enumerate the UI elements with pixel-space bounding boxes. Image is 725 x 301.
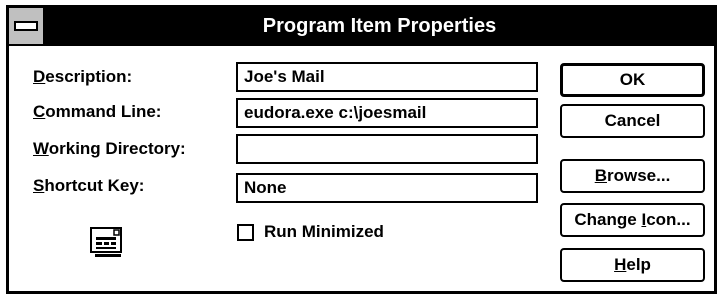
system-menu-icon[interactable] bbox=[9, 8, 45, 44]
description-label: Description: bbox=[33, 67, 133, 86]
program-icon[interactable] bbox=[87, 222, 129, 260]
cancel-button[interactable]: Cancel bbox=[560, 104, 705, 138]
working-directory-label: Working Directory: bbox=[33, 139, 186, 158]
shortcut-key-field[interactable]: None bbox=[236, 173, 538, 203]
description-field[interactable]: Joe's Mail bbox=[236, 62, 538, 92]
title-bar: Program Item Properties bbox=[9, 8, 714, 46]
program-item-properties-dialog: Program Item Properties Description: Com… bbox=[6, 5, 717, 294]
run-minimized-checkbox[interactable]: Run Minimized bbox=[237, 222, 384, 242]
browse-button[interactable]: Browse... bbox=[560, 159, 705, 193]
command-line-label: Command Line: bbox=[33, 102, 162, 121]
checkbox-box[interactable] bbox=[237, 223, 254, 241]
run-minimized-label: Run Minimized bbox=[264, 222, 384, 241]
help-button[interactable]: Help bbox=[560, 248, 705, 282]
dialog-title: Program Item Properties bbox=[262, 15, 497, 37]
shortcut-key-label: Shortcut Key: bbox=[33, 176, 145, 195]
change-icon-button[interactable]: Change Icon... bbox=[560, 203, 705, 237]
command-line-field[interactable]: eudora.exe c:\joesmail bbox=[236, 98, 538, 128]
working-directory-field[interactable] bbox=[236, 134, 538, 164]
ok-button[interactable]: OK bbox=[560, 63, 705, 97]
